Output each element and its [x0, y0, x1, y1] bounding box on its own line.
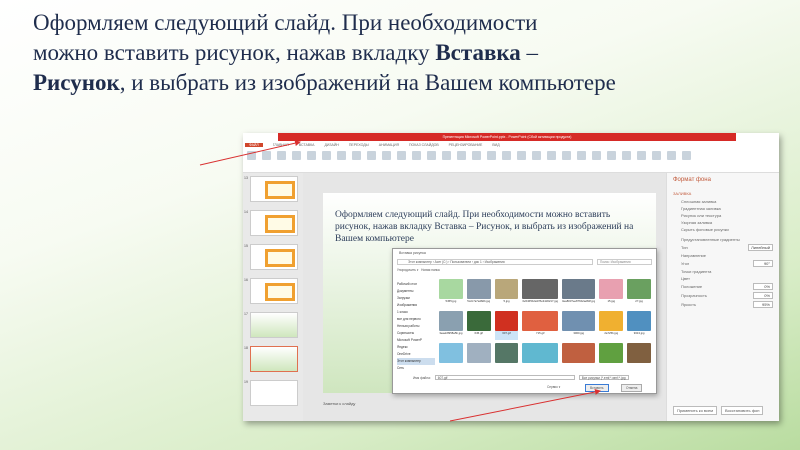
arrow-to-insert-button [449, 389, 601, 422]
arrow-to-insert-tab [199, 140, 301, 166]
annotation-arrows [199, 140, 601, 422]
